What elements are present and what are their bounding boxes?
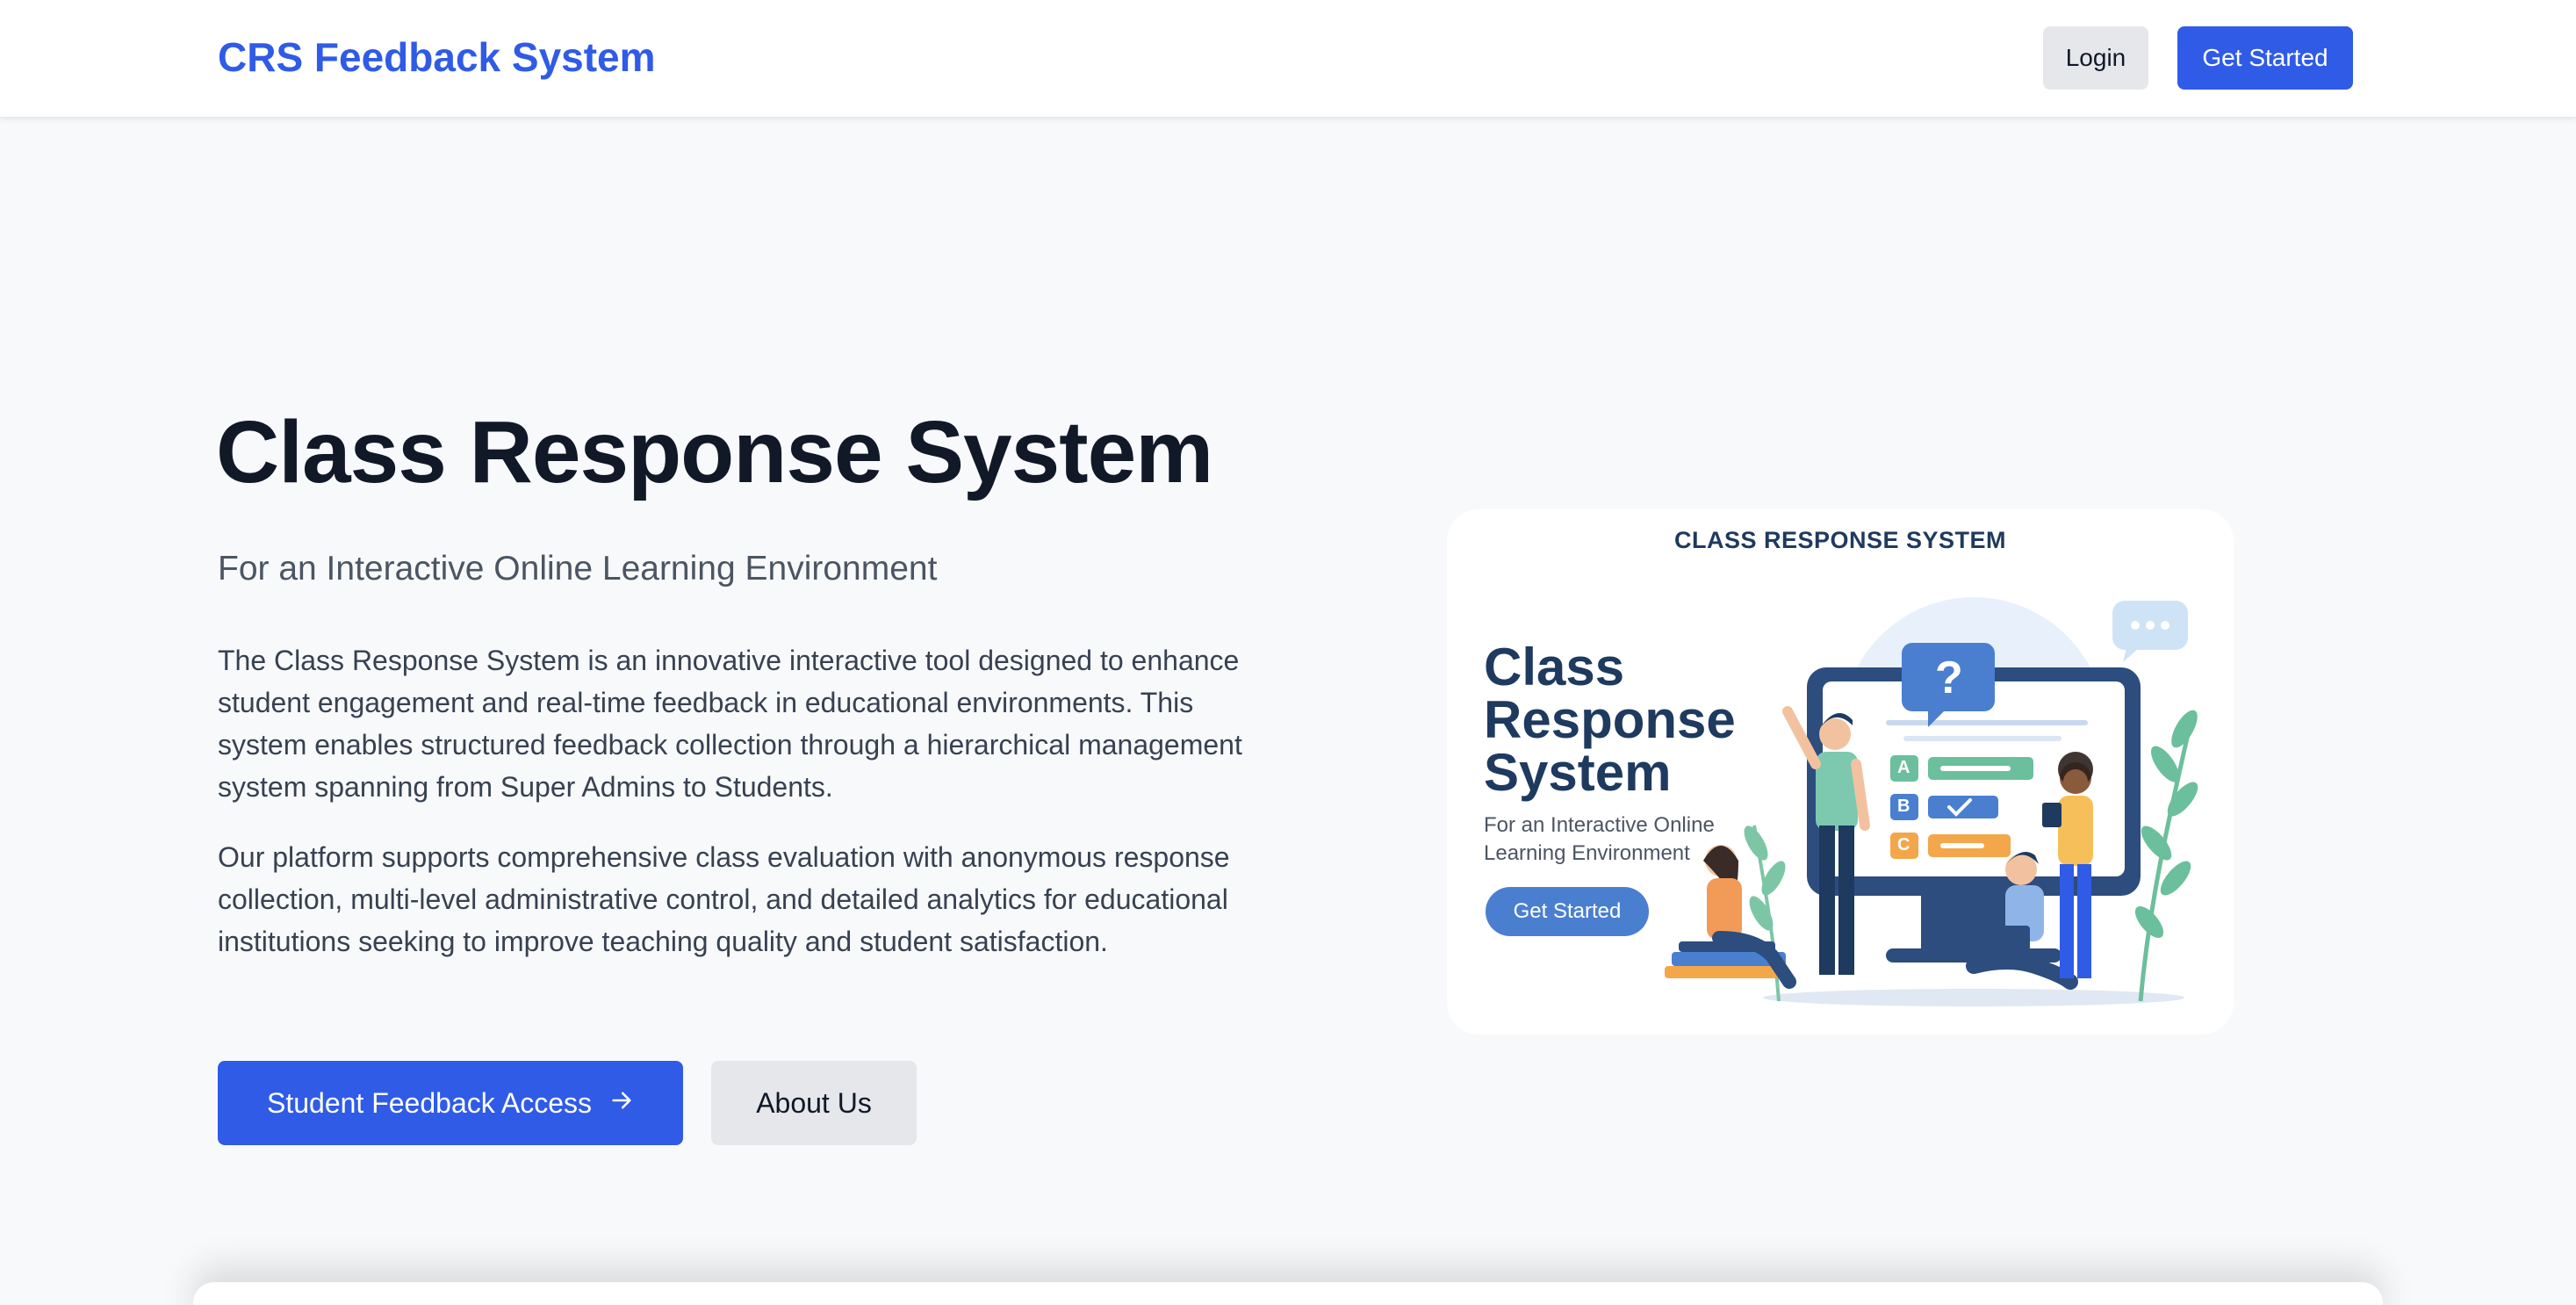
get-started-button[interactable]: Get Started bbox=[2177, 26, 2353, 90]
illustration-subtitle: For an Interactive Online Learning Envir… bbox=[1484, 813, 1715, 865]
arrow-right-icon bbox=[609, 1087, 634, 1120]
next-section-edge bbox=[193, 1282, 2383, 1305]
illustration-header: CLASS RESPONSE SYSTEM bbox=[1673, 527, 2007, 553]
hero-illustration-card: CLASS RESPONSE SYSTEM Class Response Sys… bbox=[1447, 509, 2234, 1035]
student-feedback-access-button[interactable]: Student Feedback Access bbox=[218, 1061, 683, 1145]
quiz-option-a: A bbox=[1897, 758, 1910, 777]
about-us-button[interactable]: About Us bbox=[711, 1061, 917, 1145]
illustration-title: Class Response System bbox=[1484, 641, 1736, 799]
hero-description-2: Our platform supports comprehensive clas… bbox=[218, 841, 1230, 957]
question-mark: ? bbox=[1935, 652, 1963, 703]
login-button[interactable]: Login bbox=[2043, 26, 2148, 90]
hero-description-1: The Class Response System is an innovati… bbox=[218, 645, 1242, 803]
top-navbar: CRS Feedback System Login Get Started bbox=[0, 0, 2576, 118]
illustration-get-started-button: Get Started bbox=[1486, 887, 1649, 936]
hero-title: Class Response System bbox=[216, 403, 1213, 501]
hero-subtitle: For an Interactive Online Learning Envir… bbox=[218, 550, 938, 588]
illustration-title-line2: Response bbox=[1484, 690, 1736, 749]
illustration-title-line3: System bbox=[1484, 743, 1672, 802]
quiz-option-b: B bbox=[1897, 797, 1910, 816]
student-feedback-access-label: Student Feedback Access bbox=[267, 1086, 592, 1119]
brand-logo[interactable]: CRS Feedback System bbox=[218, 33, 656, 81]
illustration-title-line1: Class bbox=[1484, 638, 1625, 696]
quiz-option-c: C bbox=[1897, 835, 1910, 854]
